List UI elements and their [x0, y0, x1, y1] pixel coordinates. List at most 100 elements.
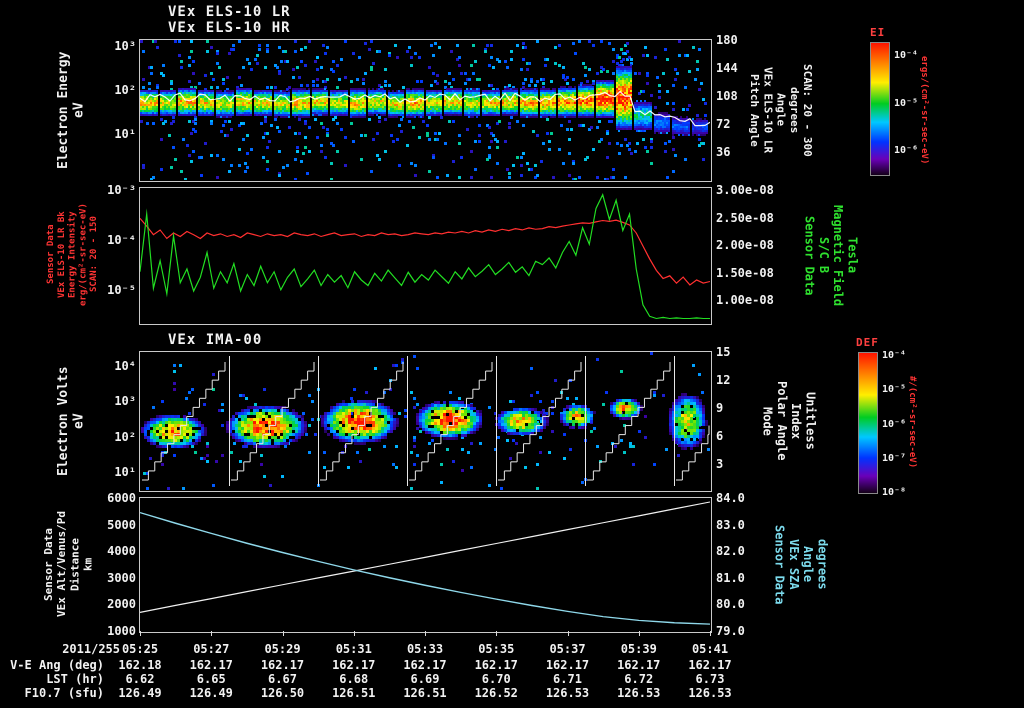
table-value: 126.53 [545, 686, 590, 700]
x-axis-tick [710, 631, 711, 636]
axis-label-line: eV [71, 413, 87, 429]
table-value: 6.69 [410, 672, 440, 686]
tick-label: 12 [716, 373, 731, 387]
axis-label-line: Angle [801, 546, 816, 583]
table-value: 162.17 [403, 658, 447, 672]
table-row-f107: F10.7 (sfu) 126.49 126.49 126.50 126.51 126.… [0, 686, 1024, 700]
tick-label: 10⁻⁵ [107, 283, 136, 297]
els-right-axis-label: Pitch Angle VEx ELS-10 LR Angle degrees SCAN… [748, 40, 816, 180]
ima-right-ticks: 15 12 9 6 3 [716, 346, 756, 470]
colorbar-tick-label: 10⁻⁶ [882, 418, 907, 430]
ei-colorbar-units: ergs/(cm²-sr-sec-eV) [918, 40, 930, 180]
table-row-lst: LST (hr) 6.62 6.65 6.67 6.68 6.69 6.70 6.71 6.7… [0, 672, 1024, 686]
tick-label: 2000 [107, 597, 136, 612]
tick-label: 10¹ [114, 127, 136, 141]
axis-label-line: erg/(cm²-sr-sec-eV) [78, 203, 89, 306]
table-value: 162.17 [617, 658, 661, 672]
els-lr-title: VEx ELS-10 LR [168, 4, 291, 20]
table-value: 126.52 [474, 686, 518, 700]
axis-label-line: Tesla [845, 237, 860, 274]
tick-label: 10² [114, 429, 136, 444]
tick-label: 2.00e-08 [716, 238, 774, 252]
colorbar-tick-label: 10⁻⁵ [882, 384, 907, 396]
x-axis-tick [211, 631, 213, 636]
alt-right-axis-label: Sensor Data VEx SZA Angle degrees [772, 498, 830, 631]
tick-label: 80.0 [716, 597, 745, 612]
colorbar-tick-label: 10⁻⁴ [882, 350, 907, 361]
ima-left-ticks: 10⁴ 10³ 10² 10¹ [96, 360, 136, 478]
table-value: 126.49 [118, 686, 162, 700]
colorbar-units-text: ergs/(cm²-sr-sec-eV) [918, 55, 929, 165]
table-value: 6.65 [196, 672, 226, 686]
table-value: 6.73 [695, 672, 725, 686]
tick-label: 82.0 [716, 544, 745, 559]
axis-label-line: VEx SZA [786, 539, 801, 590]
row-label: V-E Ang (deg) [10, 658, 104, 672]
row-label: F10.7 (sfu) [24, 686, 104, 700]
tick-label: 81.0 [716, 570, 745, 585]
tick-label: 72 [716, 117, 731, 131]
axis-label-line: SCAN: 20 - 300 [800, 63, 814, 157]
def-colorbar-label: DEF [856, 336, 879, 349]
tick-label: 180 [716, 33, 738, 47]
bfield-lineplot-canvas [140, 188, 710, 323]
axis-label-line: Polar Angle [774, 381, 789, 461]
bfield-right-ticks: 3.00e-08 2.50e-08 2.00e-08 1.50e-08 1.00e-08 [716, 184, 794, 306]
table-value: 162.18 [118, 658, 162, 672]
alt-left-axis-label: Sensor Data VEx Alt/Venus/Pd Distance km [42, 498, 96, 631]
time-label: 05:31 [335, 642, 372, 656]
axis-label-line: Magnetic Field [831, 204, 846, 307]
axis-label-line: Distance [68, 538, 82, 591]
axis-label-line: S/C B [816, 237, 831, 274]
axis-label-line: Mode [760, 406, 775, 436]
x-axis-tick [638, 631, 640, 636]
tick-label: 5000 [107, 517, 136, 532]
els-left-axis-label: Electron Energy eV [56, 40, 92, 180]
alt-left-ticks: 6000 5000 4000 3000 2000 1000 [96, 492, 136, 637]
els-left-ticks: 10³ 10² 10¹ [96, 40, 136, 140]
axis-label-line: Sensor Data [46, 224, 56, 285]
colorbar-tick-label: 10⁻⁴ [894, 50, 919, 61]
axis-label-line: VEx ELS-10 LR Bk [56, 211, 67, 298]
table-value: 6.70 [481, 672, 511, 686]
axis-label-line: Angle [774, 93, 788, 127]
time-label: 05:29 [264, 642, 301, 656]
x-axis-tick [353, 631, 355, 636]
table-value: 6.67 [268, 672, 297, 686]
table-row-ve-angle: V-E Ang (deg) 162.18 162.17 162.17 162.17 16… [0, 658, 1024, 672]
axis-label-line: degrees [787, 86, 801, 134]
tick-label: 4000 [107, 544, 136, 559]
colorbar-tick-label: 10⁻⁸ [882, 487, 907, 498]
time-label: 05:41 [691, 642, 729, 656]
alt-sza-lineplot-canvas [140, 498, 710, 631]
table-value: 126.53 [688, 686, 732, 700]
axis-label-line: Electron Volts [56, 366, 71, 476]
table-value: 126.50 [260, 686, 305, 700]
alt-right-ticks: 84.0 83.0 82.0 81.0 80.0 79.0 [716, 492, 764, 637]
colorbar-tick-label: 10⁻⁷ [882, 452, 907, 464]
tick-label: 6 [716, 429, 724, 443]
axis-label-line: eV [71, 102, 87, 118]
tick-label: 10⁻³ [107, 183, 136, 197]
bfield-left-ticks: 10⁻³ 10⁻⁴ 10⁻⁵ [96, 184, 136, 296]
tick-label: 9 [716, 401, 724, 415]
colorbar-tick-label: 10⁻⁵ [894, 97, 919, 109]
table-value: 6.62 [125, 672, 155, 686]
time-label: 05:39 [620, 642, 657, 656]
axis-label-line: Sensor Data [802, 215, 817, 296]
ei-colorbar [870, 42, 890, 176]
time-labels-row: 05:25 05:27 05:29 05:31 05:33 05:35 05:37 05:39… [0, 642, 1024, 656]
axis-label-line: Energy Intensity [67, 211, 78, 298]
table-value: 126.51 [332, 686, 376, 700]
axis-label-line: Sensor Data [42, 528, 55, 601]
tick-label: 15 [716, 345, 731, 359]
time-label: 05:25 [121, 642, 159, 656]
def-colorbar-units: #/(cm²-sr-sec-eV) [906, 352, 918, 492]
table-value: 6.71 [553, 672, 582, 686]
ima-right-axis-label: Mode Polar Angle Index Unitless [760, 352, 818, 490]
axis-label-line: km [81, 557, 95, 572]
table-value: 126.53 [617, 686, 661, 700]
tick-label: 1.50e-08 [716, 265, 774, 280]
tick-label: 3000 [107, 570, 136, 585]
ima-spectrogram-canvas [140, 352, 710, 490]
